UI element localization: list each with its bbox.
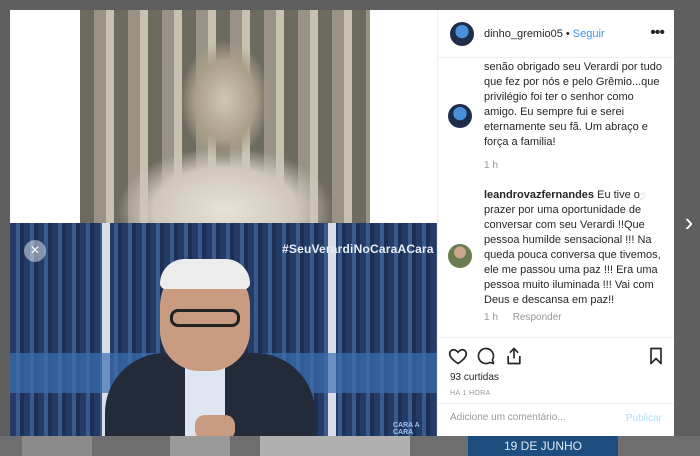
reply-button[interactable]: Responder xyxy=(513,312,562,323)
bookmark-icon[interactable] xyxy=(646,346,666,366)
post-time[interactable]: HÁ 1 HORA xyxy=(450,390,490,397)
background-thumbnail xyxy=(260,436,410,456)
separator-dot: • xyxy=(565,27,570,40)
avatar[interactable] xyxy=(448,244,472,268)
chevron-right-icon[interactable]: › xyxy=(680,209,698,235)
comment-icon[interactable] xyxy=(476,346,496,366)
avatar[interactable] xyxy=(450,21,474,46)
interview-photo: × #SeuVerardiNoCaraACara CARA A CARA xyxy=(10,223,437,436)
comment-time[interactable]: 1 h xyxy=(484,312,498,323)
comment-input[interactable] xyxy=(450,412,610,423)
likes-count[interactable]: 93 curtidas xyxy=(450,372,499,383)
program-logo: CARA A CARA xyxy=(393,422,420,436)
vintage-photo xyxy=(80,10,370,225)
hashtag-overlay: #SeuVerardiNoCaraACara xyxy=(282,242,434,256)
share-icon[interactable] xyxy=(504,346,524,366)
post-image: × #SeuVerardiNoCaraACara CARA A CARA xyxy=(10,10,437,436)
username[interactable]: dinho_gremio05 xyxy=(484,28,563,40)
background-thumbnail xyxy=(170,436,230,456)
comment-username[interactable]: leandrovazfernandes xyxy=(484,189,594,201)
follow-button[interactable]: Seguir xyxy=(573,28,605,40)
comment-time[interactable]: 1 h xyxy=(484,160,498,171)
post-sidebar: dinho_gremio05 • Seguir ••• senão obriga… xyxy=(437,10,674,436)
add-comment-bar: Publicar xyxy=(438,403,674,436)
like-comment-icon[interactable]: ♡ xyxy=(637,192,646,203)
publish-button[interactable]: Publicar xyxy=(626,413,662,424)
more-icon[interactable]: ••• xyxy=(650,24,665,42)
comment-meta: 1 h Responder xyxy=(484,312,562,323)
comment-text: senão obrigado seu Verardi por tudo que … xyxy=(484,61,662,148)
image-close-icon: × xyxy=(24,240,46,262)
comment-text: Eu tive o prazer por uma oportunidade de… xyxy=(484,189,661,306)
close-icon[interactable]: × xyxy=(23,16,49,42)
heart-icon[interactable] xyxy=(448,346,468,366)
avatar[interactable] xyxy=(448,104,472,128)
comment-meta: 1 h xyxy=(484,160,498,171)
post-header: dinho_gremio05 • Seguir ••• xyxy=(438,10,674,58)
post-actions xyxy=(438,337,674,372)
background-thumbnail: 19 DE JUNHO xyxy=(468,436,618,456)
comments-list[interactable]: senão obrigado seu Verardi por tudo que … xyxy=(438,58,674,338)
background-thumbnail xyxy=(22,436,92,456)
post-modal: × #SeuVerardiNoCaraACara CARA A CARA din… xyxy=(10,10,674,436)
